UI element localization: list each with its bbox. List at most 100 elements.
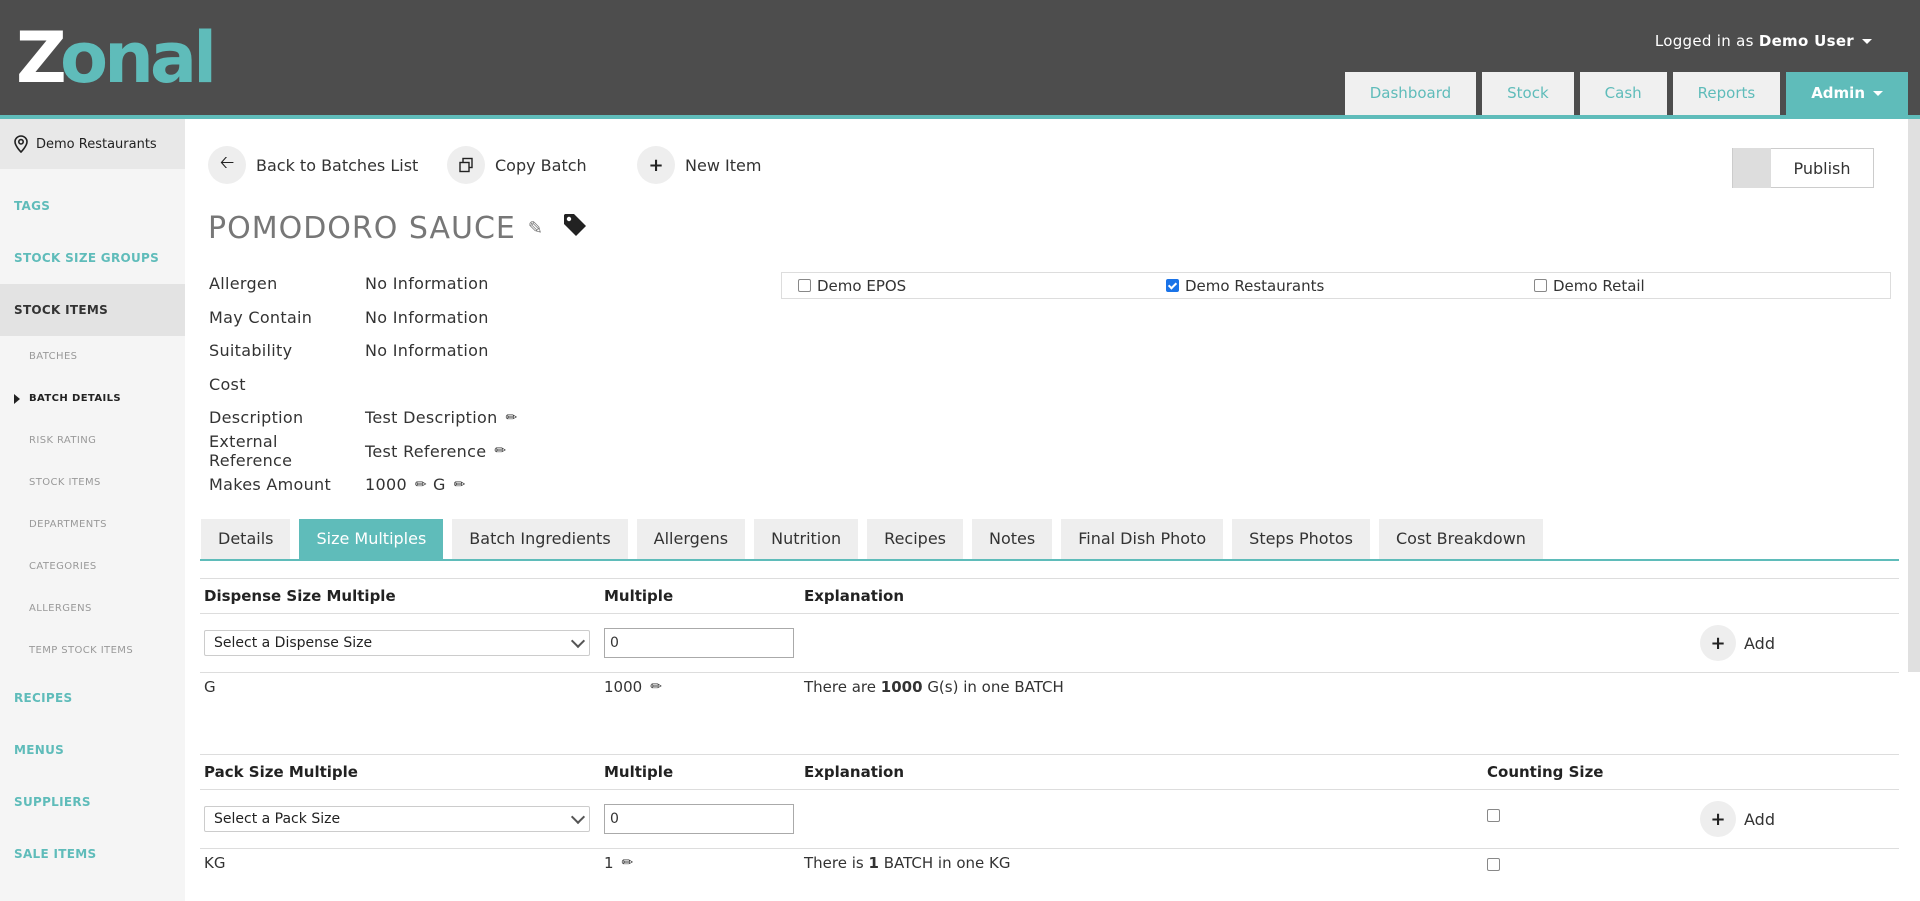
allergen-value: No Information xyxy=(365,274,489,294)
tab-allergens[interactable]: Allergens xyxy=(636,519,746,559)
tab-notes[interactable]: Notes xyxy=(972,519,1053,559)
batch-tabs: Details Size Multiples Batch Ingredients… xyxy=(201,519,1543,559)
tab-final-dish-photo[interactable]: Final Dish Photo xyxy=(1061,519,1224,559)
nav-admin[interactable]: Admin xyxy=(1786,72,1908,115)
select-placeholder: Select a Pack Size xyxy=(214,811,341,827)
sidebar: Demo Restaurants TAGS STOCK SIZE GROUPS … xyxy=(0,119,185,901)
pack-col-counting-size: Counting Size xyxy=(1487,763,1604,781)
tag-icon[interactable] xyxy=(562,211,588,246)
back-label: Back to Batches List xyxy=(256,155,419,175)
scrollbar[interactable] xyxy=(1908,119,1920,672)
edit-pencil-icon[interactable]: ✏ xyxy=(494,443,506,459)
plus-icon: + xyxy=(1700,625,1736,661)
checkbox[interactable] xyxy=(1534,279,1547,292)
pack-size-select[interactable]: Select a Pack Size xyxy=(204,806,590,832)
exp-text: There is xyxy=(804,854,864,872)
description-label: Description xyxy=(209,408,304,428)
may-contain-row: May Contain No Information xyxy=(209,301,518,335)
nav-reports[interactable]: Reports xyxy=(1672,72,1781,115)
sidebar-item-tags[interactable]: TAGS xyxy=(0,180,185,232)
venue-checkbox-group: Demo EPOS Demo Restaurants Demo Retail xyxy=(781,272,1891,299)
nav-dashboard[interactable]: Dashboard xyxy=(1344,72,1477,115)
venue-checkbox-demo-restaurants[interactable]: Demo Restaurants xyxy=(1166,277,1324,295)
tab-underline xyxy=(200,559,1899,561)
sidebar-sub-categories[interactable]: CATEGORIES xyxy=(0,546,185,588)
edit-pencil-icon[interactable]: ✏ xyxy=(650,679,662,695)
tab-recipes[interactable]: Recipes xyxy=(867,519,963,559)
dispense-add-row: Select a Dispense Size 0 + Add xyxy=(200,614,1899,673)
dispense-col-explanation: Explanation xyxy=(804,587,905,605)
batch-title: POMODORO SAUCE xyxy=(208,211,516,246)
nav-cash[interactable]: Cash xyxy=(1579,72,1667,115)
edit-pencil-icon[interactable]: ✏ xyxy=(415,477,427,493)
sidebar-sub-departments[interactable]: DEPARTMENTS xyxy=(0,504,185,546)
dispense-add-button[interactable]: + Add xyxy=(1700,625,1775,661)
login-user: Demo User xyxy=(1758,32,1854,50)
top-bar: Z onal Logged in as Demo User Dashboard … xyxy=(0,0,1920,115)
svg-text:onal: onal xyxy=(60,24,213,88)
edit-pencil-icon[interactable]: ✏ xyxy=(506,410,518,426)
venue-name: Demo Restaurants xyxy=(36,136,157,152)
copy-batch-button[interactable]: Copy Batch xyxy=(447,146,587,184)
dispense-multiple-input[interactable]: 0 xyxy=(604,628,794,658)
chevron-down-icon xyxy=(1873,91,1883,96)
venue-checkbox-demo-retail[interactable]: Demo Retail xyxy=(1534,277,1645,295)
sidebar-item-suppliers[interactable]: SUPPLIERS xyxy=(0,776,185,828)
new-item-button[interactable]: + New Item xyxy=(637,146,761,184)
exp-number: 1000 xyxy=(880,678,923,696)
arrow-left-icon: 🡠 xyxy=(208,146,246,184)
tab-steps-photos[interactable]: Steps Photos xyxy=(1232,519,1370,559)
tab-size-multiples[interactable]: Size Multiples xyxy=(299,519,444,559)
back-to-batches-button[interactable]: 🡠 Back to Batches List xyxy=(208,146,418,184)
edit-pencil-icon[interactable]: ✏ xyxy=(454,477,466,493)
sidebar-item-stock-size-groups[interactable]: STOCK SIZE GROUPS xyxy=(0,232,185,284)
zonal-logo[interactable]: Z onal xyxy=(16,17,226,99)
suitability-row: Suitability No Information xyxy=(209,334,518,368)
dispense-header: Dispense Size Multiple Multiple Explanat… xyxy=(200,578,1899,614)
sidebar-sub-risk-rating[interactable]: RISK RATING xyxy=(0,420,185,462)
pack-col-explanation: Explanation xyxy=(804,763,905,781)
chevron-down-icon xyxy=(1862,39,1872,44)
tab-details[interactable]: Details xyxy=(201,519,291,559)
toggle-switch[interactable] xyxy=(1733,148,1771,188)
sidebar-item-stock-items[interactable]: STOCK ITEMS xyxy=(0,284,185,336)
sidebar-sub-batches[interactable]: BATCHES xyxy=(0,336,185,378)
edit-pencil-icon[interactable]: ✎ xyxy=(528,218,544,239)
sidebar-item-menus[interactable]: MENUS xyxy=(0,724,185,776)
sidebar-sub-batch-details[interactable]: BATCH DETAILS xyxy=(0,378,185,420)
publish-toggle[interactable]: Publish xyxy=(1732,148,1874,188)
makes-amount-value: 1000 xyxy=(365,475,407,495)
cost-row: Cost xyxy=(209,368,518,402)
user-menu[interactable]: Logged in as Demo User xyxy=(1655,32,1872,50)
checkbox-checked[interactable] xyxy=(1166,279,1179,292)
dispense-row-size: G xyxy=(204,678,216,696)
pack-multiple-input[interactable]: 0 xyxy=(604,804,794,834)
nav-stock[interactable]: Stock xyxy=(1482,72,1574,115)
sidebar-item-recipes[interactable]: RECIPES xyxy=(0,672,185,724)
pack-col-multiple: Multiple xyxy=(604,763,674,781)
sidebar-sub-temp-stock-items[interactable]: TEMP STOCK ITEMS xyxy=(0,630,185,672)
dispense-size-table: Dispense Size Multiple Multiple Explanat… xyxy=(200,578,1899,703)
edit-pencil-icon[interactable]: ✏ xyxy=(622,855,634,871)
sidebar-item-sale-items[interactable]: SALE ITEMS xyxy=(0,828,185,880)
dispense-size-select[interactable]: Select a Dispense Size xyxy=(204,630,590,656)
exp-number: 1 xyxy=(868,854,879,872)
pack-size-table: Pack Size Multiple Multiple Explanation … xyxy=(200,754,1899,879)
venue-checkbox-demo-epos[interactable]: Demo EPOS xyxy=(798,277,906,295)
tab-cost-breakdown[interactable]: Cost Breakdown xyxy=(1378,519,1543,559)
counting-size-checkbox[interactable] xyxy=(1487,809,1500,822)
checkbox[interactable] xyxy=(798,279,811,292)
main-content: 🡠 Back to Batches List Copy Batch + New … xyxy=(185,119,1920,901)
sidebar-sub-allergens[interactable]: ALLERGENS xyxy=(0,588,185,630)
counting-size-checkbox[interactable] xyxy=(1487,858,1500,871)
venue-selector[interactable]: Demo Restaurants xyxy=(0,119,185,169)
pack-add-button[interactable]: + Add xyxy=(1700,801,1775,837)
venue-label: Demo EPOS xyxy=(817,276,907,295)
venue-label: Demo Retail xyxy=(1553,276,1645,295)
sidebar-sub-stock-items[interactable]: STOCK ITEMS xyxy=(0,462,185,504)
page-title: POMODORO SAUCE ✎ xyxy=(208,211,588,246)
plus-icon: + xyxy=(1700,801,1736,837)
tab-nutrition[interactable]: Nutrition xyxy=(754,519,859,559)
exp-text: G(s) in one BATCH xyxy=(927,678,1064,696)
tab-batch-ingredients[interactable]: Batch Ingredients xyxy=(452,519,628,559)
